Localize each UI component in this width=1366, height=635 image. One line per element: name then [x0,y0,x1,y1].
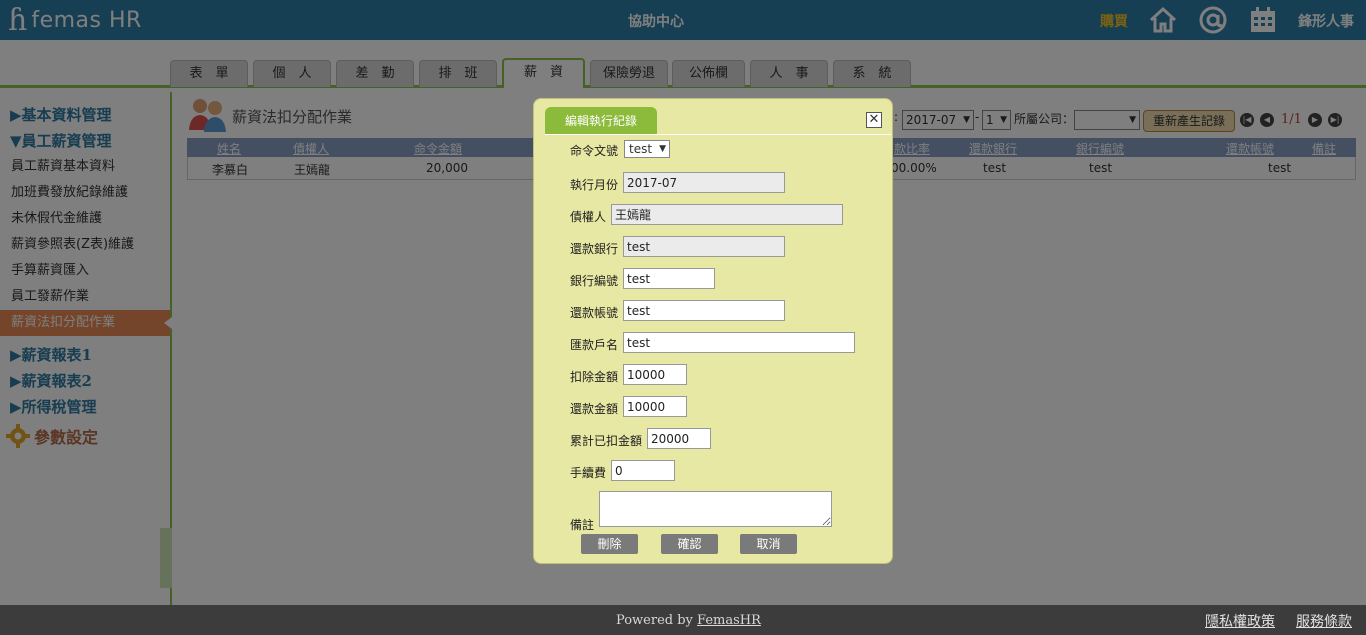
dialog-title: 編輯執行紀錄 [545,107,657,135]
bank-no-field[interactable] [623,268,715,289]
accum-deducted-label: 累計已扣金額 [570,434,643,448]
remit-name-field[interactable] [623,332,855,353]
deduct-amount-field[interactable] [623,364,687,385]
delete-button[interactable]: 刪除 [581,534,638,554]
confirm-button[interactable]: 確認 [661,534,718,554]
repay-account-label: 還款帳號 [570,306,619,320]
bank-no-label: 銀行編號 [570,274,619,288]
order-no-value: test [629,142,653,156]
remit-name-label: 匯款戶名 [570,338,619,352]
exec-month-label: 執行月份 [570,178,619,192]
powered-prefix: Powered by [616,613,698,628]
footer: Powered by FemasHR 隱私權政策 服務條款 [0,605,1366,635]
femashr-link[interactable]: FemasHR [697,613,761,628]
powered-by: Powered by FemasHR [616,613,761,628]
repay-account-field[interactable] [623,300,785,321]
order-no-select[interactable]: test ▼ [624,140,670,158]
cancel-button[interactable]: 取消 [740,534,797,554]
repay-amount-label: 還款金額 [570,402,619,416]
creditor-label: 債權人 [570,210,607,224]
dialog-divider [545,134,891,135]
edit-record-dialog: 編輯執行紀錄 ✕ 命令文號 test▼ 執行月份 債權人 還款銀行 銀行編號 還… [533,98,893,564]
note-label: 備註 [570,518,595,532]
creditor-field[interactable] [611,204,843,225]
accum-deducted-field[interactable] [647,428,711,449]
deduct-amount-label: 扣除金額 [570,370,619,384]
note-textarea[interactable] [599,491,832,527]
terms-of-service-link[interactable]: 服務條款 [1296,611,1352,631]
privacy-policy-link[interactable]: 隱私權政策 [1205,611,1275,631]
exec-month-field[interactable] [623,172,785,193]
repay-bank-label: 還款銀行 [570,242,619,256]
order-no-label: 命令文號 [570,144,619,158]
fee-field[interactable] [611,460,675,481]
fee-label: 手續費 [570,466,607,480]
close-icon[interactable]: ✕ [866,112,882,128]
repay-bank-field[interactable] [623,236,785,257]
repay-amount-field[interactable] [623,396,687,417]
